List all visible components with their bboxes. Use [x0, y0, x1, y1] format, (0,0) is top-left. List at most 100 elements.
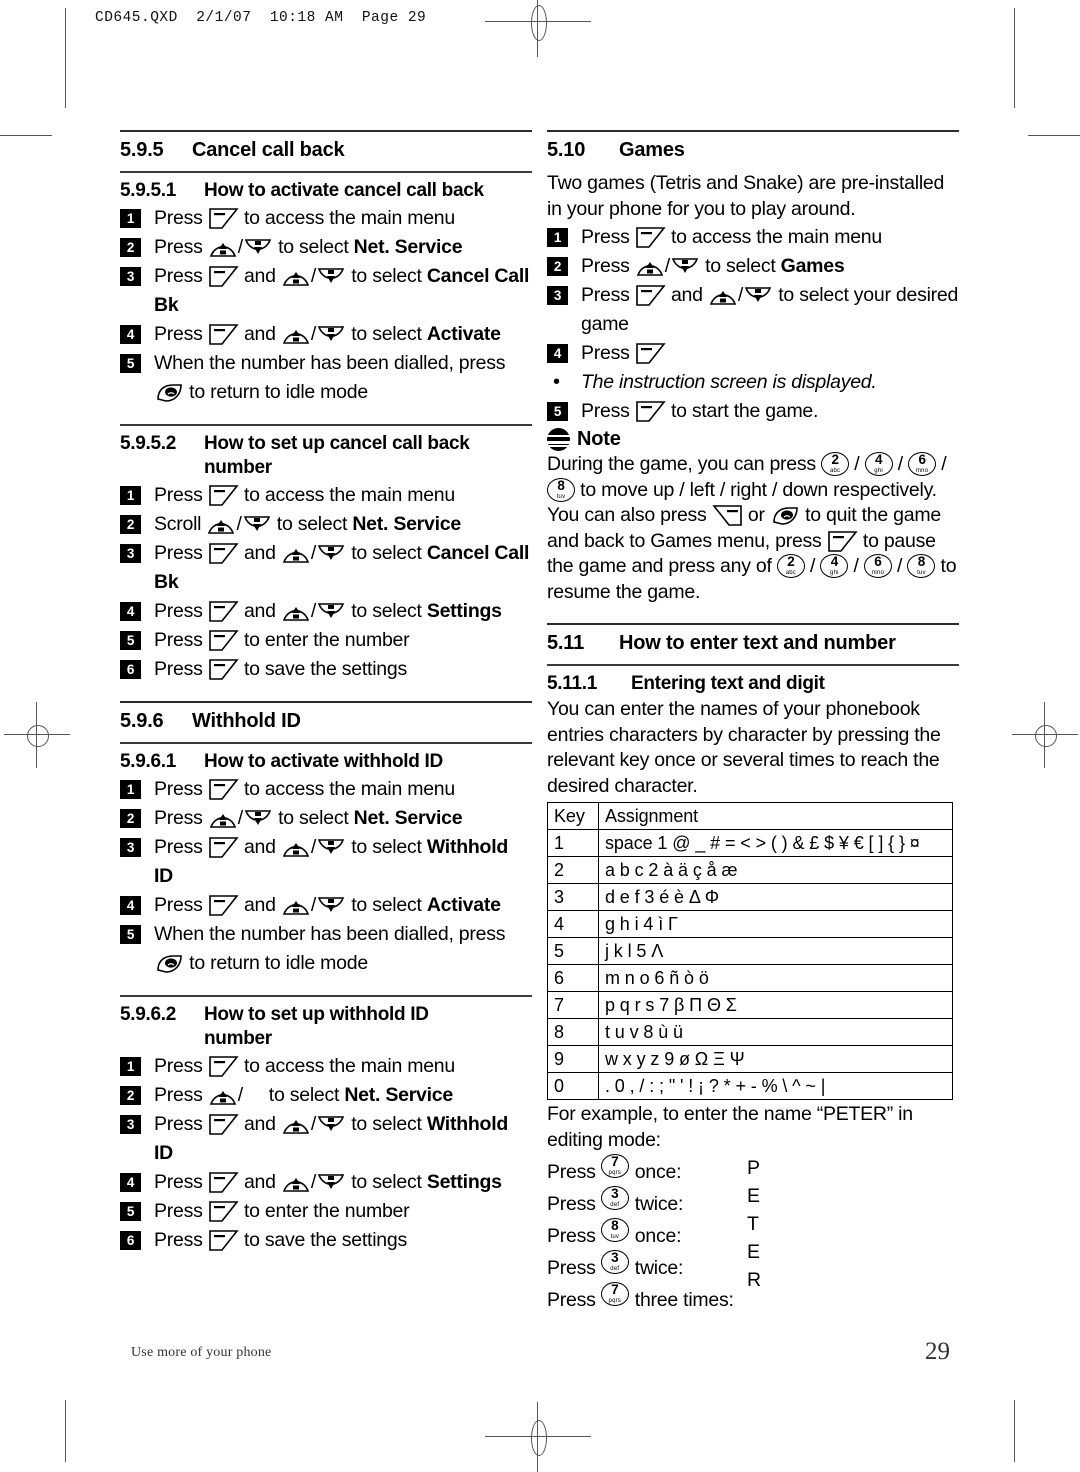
step-number: 4: [120, 325, 141, 344]
step-text: to select: [351, 894, 422, 916]
step-note-item: • The instruction screen is displayed.: [547, 368, 959, 397]
nav-up-key-icon: [281, 543, 311, 565]
step-list-5-9-5-2: 1 Press to access the main menu 2 Scroll…: [120, 481, 532, 684]
step-text: to enter the number: [243, 1200, 410, 1222]
step-item: 1 Press to access the main menu: [120, 204, 532, 233]
subsection-title: How to activate withhold ID: [204, 751, 443, 772]
section-rule: [120, 995, 532, 997]
step-text: and: [243, 600, 276, 622]
step-item: 3 Press and / to select Withhold ID: [120, 833, 532, 891]
table-row: 1 space 1 @ _ # = < > ( ) & £ $ ¥ € [ ] {…: [547, 829, 953, 857]
nav-up-key-icon: [208, 237, 238, 259]
step-item: 2 Press / to select Net. Service: [120, 804, 532, 833]
nav-up-key-icon: [208, 808, 238, 830]
step-item: 5 When the number has been dialled, pres…: [120, 349, 532, 407]
example-intro: For example, to enter the name “PETER” i…: [547, 1103, 913, 1151]
cell-key: 7: [547, 991, 599, 1019]
step-item: 5 Press to enter the number: [120, 626, 532, 655]
step-item: 4 Press and / to select Activate: [120, 891, 532, 920]
example-row: Press 7 pqrs three times: R: [547, 1269, 959, 1314]
right-soft-key-icon: [712, 504, 743, 527]
step-text: to return to idle mode: [189, 381, 368, 403]
step-number: 6: [120, 1231, 141, 1250]
soft-key-icon: [208, 1229, 239, 1252]
step-text: to select: [351, 600, 422, 622]
press-label: Press: [547, 1289, 596, 1311]
nav-down-key-icon: [316, 837, 346, 859]
step-number: 5: [120, 354, 141, 373]
step-item: 3 Press and / to select Withhold ID: [120, 1110, 532, 1168]
step-text: When the number has been dialled, press: [154, 923, 506, 945]
subsection-number: 5.11.1: [547, 673, 597, 694]
nav-up-key-icon: [708, 285, 738, 307]
step-item: 1 Press to access the main menu: [120, 1052, 532, 1081]
nav-down-key-icon: [242, 514, 272, 536]
footer-running-head: Use more of your phone: [131, 1345, 272, 1360]
key-assignment-table: Key Assignment 1 space 1 @ _ # = < > ( ) …: [547, 802, 953, 1100]
entering-text-intro: You can enter the names of your phoneboo…: [547, 698, 941, 797]
nav-down-key-icon: [316, 266, 346, 288]
step-item: 1 Press to access the main menu: [547, 223, 959, 252]
note-title: Note: [577, 428, 621, 450]
step-text: When the number has been dialled, press: [154, 352, 506, 374]
step-list-5-9-6-1: 1 Press to access the main menu 2 Press …: [120, 775, 532, 978]
step-text: and: [243, 894, 276, 916]
step-text: to select: [351, 265, 422, 287]
step-text: to enter the number: [243, 629, 410, 651]
games-intro: Two games (Tetris and Snake) are pre-ins…: [547, 172, 945, 220]
soft-key-icon: [208, 1171, 239, 1194]
subsection-heading-5-11-1: 5.11.1 Entering text and digit: [547, 673, 959, 695]
step-number: 3: [120, 544, 141, 563]
step-number: 4: [120, 896, 141, 915]
section-rule: [547, 130, 959, 132]
step-item: 2 Scroll / to select Net. Service: [120, 510, 532, 539]
subsection-number: 5.9.5.2: [120, 433, 177, 454]
menu-option: Net. Service: [352, 513, 461, 535]
subsection-title: How to set up withhold ID: [204, 1004, 429, 1025]
cell-key: 5: [547, 937, 599, 965]
step-text: Press: [154, 807, 203, 829]
step-number: 1: [547, 228, 568, 247]
step-text: Press: [154, 484, 203, 506]
bullet-marker: •: [553, 371, 560, 393]
step-text: to start the game.: [670, 400, 819, 422]
step-text: to access the main menu: [670, 226, 882, 248]
step-text: Press: [154, 1055, 203, 1077]
section-number: 5.9.5: [120, 139, 164, 161]
section-number: 5.10: [547, 139, 586, 161]
step-text: Press: [154, 265, 203, 287]
soft-key-icon: [208, 1200, 239, 1223]
table-row: 8t u v 8 ù ü: [547, 1018, 953, 1046]
exit-key-icon: [154, 953, 184, 975]
nav-up-key-icon: [281, 837, 311, 859]
step-list-5-10: 1 Press to access the main menu 2 Press …: [547, 223, 959, 426]
section-heading-5-9-5: 5.9.5 Cancel call back: [120, 139, 532, 162]
nav-down-key-icon: [243, 808, 273, 830]
exit-key-icon: [154, 382, 184, 404]
step-item: 4 Press and / to select Settings: [120, 1168, 532, 1197]
step-number: 6: [120, 660, 141, 679]
cell-assignment: d e f 3 é è Δ Φ: [598, 883, 953, 911]
step-text: to save the settings: [243, 658, 407, 680]
subsection-title: Entering text and digit: [631, 673, 825, 694]
step-text: Press: [154, 836, 203, 858]
step-text: Press: [581, 255, 630, 277]
nav-up-key-icon: [208, 1085, 238, 1107]
subsection-title-line2: number: [204, 457, 272, 478]
note-icon: [547, 428, 570, 451]
nav-down-key-icon: [316, 324, 346, 346]
step-text: and: [670, 284, 703, 306]
press-label: Press: [547, 1257, 596, 1279]
key-6-icon: 6 mno: [908, 452, 937, 476]
step-number: 3: [120, 1115, 141, 1134]
soft-key-icon: [635, 342, 666, 365]
section-rule: [547, 664, 959, 666]
press-count: twice:: [634, 1193, 684, 1215]
result-character: R: [747, 1269, 761, 1291]
section-heading-5-9-6: 5.9.6 Withhold ID: [120, 710, 532, 733]
step-number: 2: [120, 238, 141, 257]
subsection-number: 5.9.5.1: [120, 180, 177, 201]
section-number: 5.11: [547, 632, 585, 654]
cell-key: 8: [547, 1018, 599, 1046]
step-text: Press: [154, 894, 203, 916]
